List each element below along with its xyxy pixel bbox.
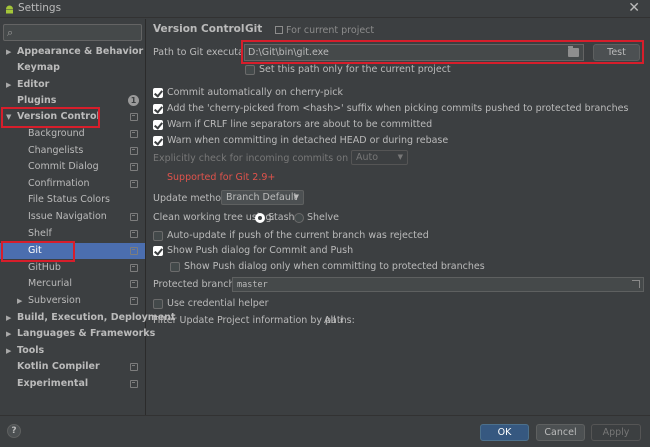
expand-arrow-icon: ▶ (6, 314, 12, 322)
sidebar-item-mercurial[interactable]: Mercurial (0, 276, 145, 292)
protected-branches-input[interactable] (237, 278, 617, 291)
project-scope-icon (130, 247, 138, 255)
stash-radio[interactable] (255, 213, 265, 223)
sidebar-item-experimental[interactable]: Experimental (0, 376, 145, 392)
sidebar-item-appearance-behavior[interactable]: ▶ Appearance & Behavior (0, 44, 145, 60)
project-scope-icon (130, 230, 138, 238)
sidebar-item-file-status-colors[interactable]: File Status Colors (0, 192, 145, 208)
cancel-button[interactable]: Cancel (536, 424, 585, 441)
highlight-box-git (1, 241, 75, 262)
breadcrumb-separator: › (236, 23, 241, 35)
project-scope-icon (130, 264, 138, 272)
project-scope-icon (130, 147, 138, 155)
project-scope-icon (130, 163, 138, 171)
search-icon: ⌕ (7, 26, 14, 39)
add-suffix-label: Add the 'cherry-picked from <hash>' suff… (167, 103, 629, 114)
protected-branches-field[interactable] (232, 277, 644, 292)
credential-helper-checkbox[interactable] (153, 299, 163, 309)
expand-arrow-icon: ▶ (6, 48, 12, 56)
apply-button[interactable]: Apply (591, 424, 641, 441)
expand-arrow-icon: ▶ (6, 330, 12, 338)
stash-label: Stash (268, 212, 295, 223)
explicit-check-select[interactable]: Auto ▼ (351, 150, 408, 165)
warn-crlf-checkbox[interactable] (153, 120, 163, 130)
project-scope-icon (130, 297, 138, 305)
help-button[interactable]: ? (7, 424, 21, 438)
shelve-radio[interactable] (294, 213, 304, 223)
dialog-footer: ? OK Cancel Apply (0, 415, 650, 447)
plugins-update-badge: 1 (128, 95, 139, 106)
expand-icon[interactable] (632, 280, 640, 288)
show-push-protected-label: Show Push dialog only when committing to… (184, 261, 485, 272)
sidebar-item-tools[interactable]: ▶ Tools (0, 343, 145, 359)
highlight-box-version-control (1, 107, 100, 128)
auto-update-label: Auto-update if push of the current branc… (167, 230, 429, 241)
commit-auto-label: Commit automatically on cherry-pick (167, 87, 343, 98)
update-method-select[interactable]: Branch Default ▼ (221, 190, 304, 205)
sidebar-item-languages-frameworks[interactable]: ▶ Languages & Frameworks (0, 326, 155, 342)
project-scope-icon (275, 26, 283, 34)
sidebar-item-commit-dialog[interactable]: Commit Dialog (0, 159, 145, 175)
expand-arrow-icon: ▶ (17, 297, 23, 305)
shelve-label: Shelve (307, 212, 340, 223)
sidebar-item-shelf[interactable]: Shelf (0, 226, 145, 242)
chevron-down-icon: ▼ (397, 153, 403, 161)
expand-arrow-icon: ▶ (6, 81, 12, 89)
supported-version-note: Supported for Git 2.9+ (167, 172, 276, 183)
sidebar-item-subversion[interactable]: ▶ Subversion (0, 293, 145, 309)
warn-detached-checkbox[interactable] (153, 136, 163, 146)
project-scope-icon (130, 380, 138, 388)
warn-detached-label: Warn when committing in detached HEAD or… (167, 135, 449, 146)
sidebar-item-kotlin-compiler[interactable]: Kotlin Compiler (0, 359, 145, 375)
show-push-label: Show Push dialog for Commit and Push (167, 245, 354, 256)
updown-icon: ⬍ (338, 317, 345, 325)
settings-sidebar: ⌕ ▶ Appearance & Behavior Keymap ▶ Edito… (0, 19, 175, 415)
expand-arrow-icon: ▶ (6, 347, 12, 355)
project-scope-icon (130, 113, 138, 121)
project-scope-icon (130, 130, 138, 138)
warn-crlf-label: Warn if CRLF line separators are about t… (167, 119, 433, 130)
project-scope-icon (130, 180, 138, 188)
project-scope-icon (130, 213, 138, 221)
add-suffix-checkbox[interactable] (153, 104, 163, 114)
commit-auto-checkbox[interactable] (153, 88, 163, 98)
show-push-protected-checkbox[interactable] (170, 262, 180, 272)
project-scope-icon (130, 363, 138, 371)
set-path-only-checkbox[interactable] (245, 65, 255, 75)
sidebar-item-confirmation[interactable]: Confirmation (0, 176, 145, 192)
ok-button[interactable]: OK (480, 424, 529, 441)
page-title: Git (245, 23, 263, 35)
sidebar-item-changelists[interactable]: Changelists (0, 143, 145, 159)
title-bar: Settings ✕ (0, 0, 650, 18)
credential-helper-label: Use credential helper (167, 298, 269, 309)
sidebar-item-issue-navigation[interactable]: Issue Navigation (0, 209, 145, 225)
update-method-label: Update method: (153, 193, 231, 204)
project-scope-note: For current project (275, 25, 374, 36)
search-input[interactable] (18, 26, 138, 39)
sidebar-item-editor[interactable]: ▶ Editor (0, 77, 145, 93)
project-scope-icon (130, 280, 138, 288)
show-push-checkbox[interactable] (153, 246, 163, 256)
breadcrumb-parent[interactable]: Version Control (153, 23, 244, 35)
highlight-box-path (241, 40, 644, 64)
auto-update-checkbox[interactable] (153, 231, 163, 241)
sidebar-item-github[interactable]: GitHub (0, 260, 145, 276)
window-title: Settings (18, 2, 62, 14)
android-studio-icon (6, 5, 13, 14)
set-path-only-label: Set this path only for the current proje… (259, 64, 451, 75)
filter-paths-select[interactable]: All ⬍ (324, 315, 345, 326)
git-settings-panel: Version Control › Git For current projec… (147, 19, 650, 415)
close-icon[interactable]: ✕ (628, 0, 640, 16)
sidebar-item-background[interactable]: Background (0, 126, 145, 142)
chevron-down-icon: ▼ (293, 193, 299, 201)
settings-search[interactable]: ⌕ (3, 24, 142, 41)
sidebar-item-build-execution-deployment[interactable]: ▶ Build, Execution, Deployment (0, 310, 175, 326)
sidebar-item-keymap[interactable]: Keymap (0, 60, 145, 76)
